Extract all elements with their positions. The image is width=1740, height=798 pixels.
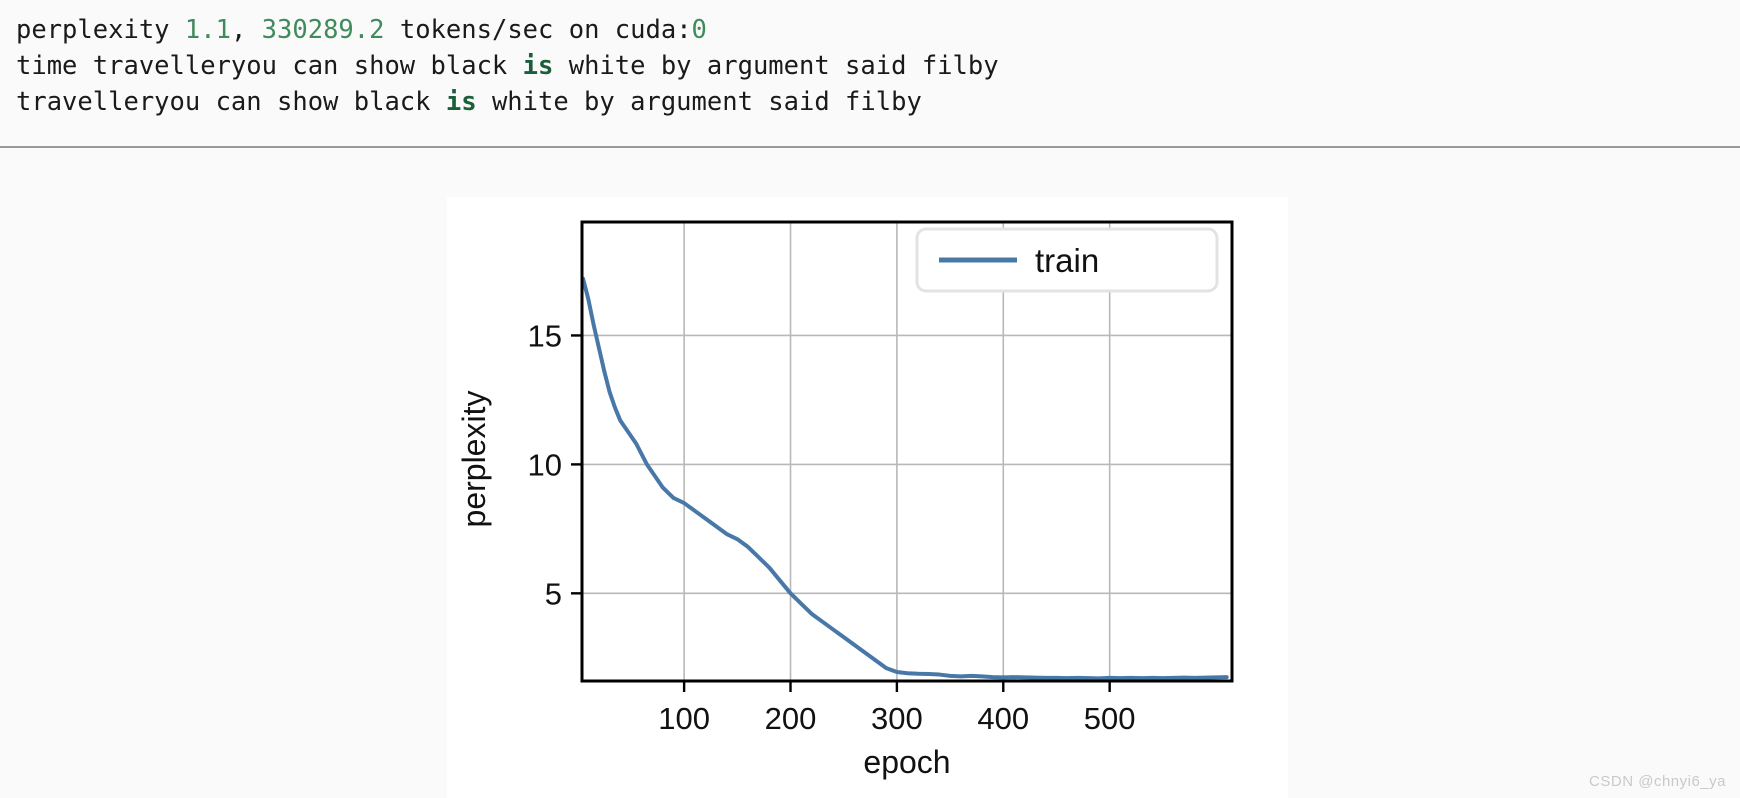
console-sample2-part2: white by argument said filby	[476, 87, 922, 117]
perplexity-training-chart: 100 200 300 400 500 5 10 15 epoch perplexity t…	[456, 220, 1234, 780]
console-value-device-index: 0	[691, 15, 707, 45]
console-value-perplexity: 1.1	[184, 15, 231, 45]
console-sample1-part1: time travelleryou can show black	[16, 51, 523, 81]
svg-text:10: 10	[528, 447, 562, 482]
console-text-device-label: tokens/sec on cuda:	[384, 15, 692, 45]
chart-legend[interactable]: train	[915, 227, 1219, 293]
matplotlib-figure: 100 200 300 400 500 5 10 15 epoch perplexity t…	[447, 197, 1288, 798]
svg-text:15: 15	[528, 318, 562, 353]
y-tick-labels: 5 10 15	[528, 318, 562, 611]
console-output-block: perplexity 1.1, 330289.2 tokens/sec on c…	[0, 0, 1740, 148]
y-gridlines	[582, 334, 1232, 595]
console-text-comma: ,	[230, 15, 262, 45]
svg-text:100: 100	[658, 701, 710, 736]
svg-text:300: 300	[871, 701, 923, 736]
svg-text:400: 400	[977, 701, 1029, 736]
console-line-sample-1: time travelleryou can show black is whit…	[16, 48, 1740, 84]
console-line-sample-2: travelleryou can show black is white by …	[16, 84, 1740, 120]
axis-tick-marks	[571, 334, 1111, 692]
console-sample1-highlight: is	[522, 51, 554, 81]
console-sample2-part1: travelleryou can show black	[16, 87, 446, 117]
console-line-perplexity: perplexity 1.1, 330289.2 tokens/sec on c…	[16, 12, 1740, 48]
x-tick-labels: 100 200 300 400 500	[658, 701, 1135, 736]
legend-label-train: train	[1035, 242, 1099, 279]
console-text-perplexity-label: perplexity	[16, 15, 185, 45]
console-sample2-highlight: is	[445, 87, 477, 117]
x-axis-label: epoch	[863, 744, 950, 780]
console-sample1-part2: white by argument said filby	[553, 51, 999, 81]
svg-text:500: 500	[1084, 701, 1136, 736]
y-axis-label: perplexity	[456, 391, 492, 528]
data-series-group	[581, 276, 1229, 681]
console-value-tokens-per-sec: 330289.2	[261, 15, 385, 45]
watermark: CSDN @chnyi6_ya	[1589, 773, 1726, 790]
svg-text:5: 5	[545, 576, 562, 611]
svg-text:200: 200	[765, 701, 817, 736]
